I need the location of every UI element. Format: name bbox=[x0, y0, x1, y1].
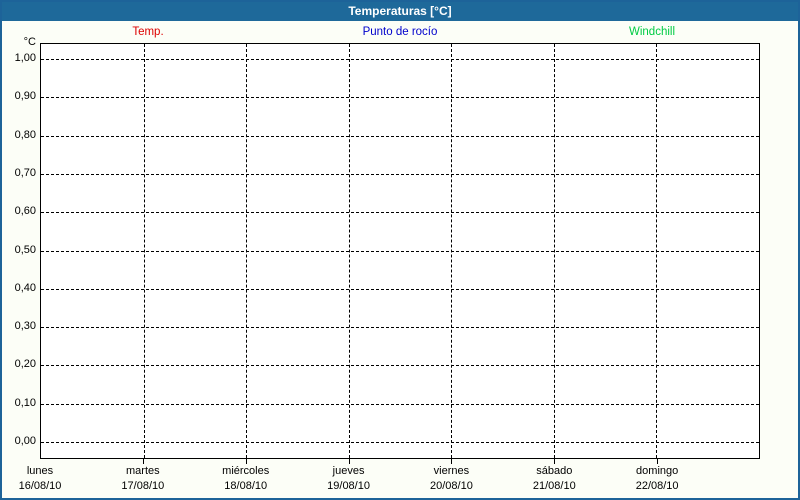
x-axis-day-label: viernes bbox=[434, 465, 469, 477]
chart-title: Temperaturas [°C] bbox=[348, 4, 451, 18]
legend-item: Temp. bbox=[132, 21, 163, 43]
x-axis-date-label: 21/08/10 bbox=[533, 479, 576, 493]
h-gridline bbox=[41, 442, 759, 443]
h-gridline bbox=[41, 365, 759, 366]
v-gridline bbox=[656, 44, 657, 458]
v-gridline bbox=[144, 44, 145, 458]
x-axis-label: jueves 19/08/10 bbox=[327, 464, 370, 493]
y-axis-tick-label: 0,00 bbox=[2, 435, 36, 448]
x-axis-labels: lunes16/08/10martes17/08/10miércoles18/0… bbox=[40, 464, 760, 496]
x-axis-date-label: 18/08/10 bbox=[222, 479, 269, 493]
h-gridline bbox=[41, 327, 759, 328]
y-axis: °C 1,00 0,90 0,80 0,70 0,60 0,50 0,40 0,30 0,20 0… bbox=[2, 2, 36, 462]
h-gridline bbox=[41, 404, 759, 405]
h-gridline bbox=[41, 289, 759, 290]
x-axis-date-label: 17/08/10 bbox=[121, 479, 164, 493]
h-gridline bbox=[41, 97, 759, 98]
y-axis-tick-label: 0,30 bbox=[2, 320, 36, 333]
x-axis-label: martes 17/08/10 bbox=[121, 464, 164, 493]
h-gridline bbox=[41, 251, 759, 252]
x-axis-date-label: 19/08/10 bbox=[327, 479, 370, 493]
y-axis-tick-label: 0,50 bbox=[2, 244, 36, 257]
y-axis-tick-label: 0,10 bbox=[2, 397, 36, 410]
x-axis-label: sábado 21/08/10 bbox=[533, 464, 576, 493]
x-axis-day-label: martes bbox=[126, 465, 160, 477]
x-axis-date-label: 22/08/10 bbox=[636, 479, 679, 493]
v-gridline bbox=[349, 44, 350, 458]
x-axis-date-label: 16/08/10 bbox=[19, 479, 62, 493]
y-axis-unit-label: °C bbox=[2, 36, 36, 49]
chart-legend: Temp. Punto de rocío Windchill bbox=[40, 21, 760, 43]
x-axis-date-label: 20/08/10 bbox=[430, 479, 473, 493]
x-axis-label: viernes 20/08/10 bbox=[430, 464, 473, 493]
x-axis-day-label: domingo bbox=[636, 465, 678, 477]
h-gridline bbox=[41, 212, 759, 213]
legend-item: Windchill bbox=[629, 21, 675, 43]
x-axis-day-label: lunes bbox=[27, 465, 53, 477]
y-axis-tick-label: 0,90 bbox=[2, 90, 36, 103]
y-axis-tick-label: 0,40 bbox=[2, 282, 36, 295]
x-axis-day-label: miércoles bbox=[222, 465, 269, 477]
x-axis-day-label: jueves bbox=[333, 465, 365, 477]
y-axis-tick-label: 1,00 bbox=[2, 52, 36, 65]
plot-area bbox=[40, 43, 760, 459]
y-axis-tick-label: 0,60 bbox=[2, 205, 36, 218]
y-axis-tick-label: 0,70 bbox=[2, 167, 36, 180]
h-gridline bbox=[41, 59, 759, 60]
y-axis-tick-label: 0,80 bbox=[2, 129, 36, 142]
h-gridline bbox=[41, 174, 759, 175]
v-gridline bbox=[246, 44, 247, 458]
chart-title-bar: Temperaturas [°C] bbox=[2, 2, 798, 21]
x-axis-label: miércoles 18/08/10 bbox=[222, 464, 269, 493]
x-axis-day-label: sábado bbox=[536, 465, 572, 477]
weather-chart-window: Temperaturas [°C] Temp. Punto de rocío Win… bbox=[0, 0, 800, 500]
v-gridline bbox=[554, 44, 555, 458]
v-gridline bbox=[451, 44, 452, 458]
x-axis-label: domingo 22/08/10 bbox=[636, 464, 679, 493]
y-axis-tick-label: 0,20 bbox=[2, 358, 36, 371]
h-gridline bbox=[41, 136, 759, 137]
legend-item: Punto de rocío bbox=[363, 21, 438, 43]
x-axis-label: lunes 16/08/10 bbox=[19, 464, 62, 493]
